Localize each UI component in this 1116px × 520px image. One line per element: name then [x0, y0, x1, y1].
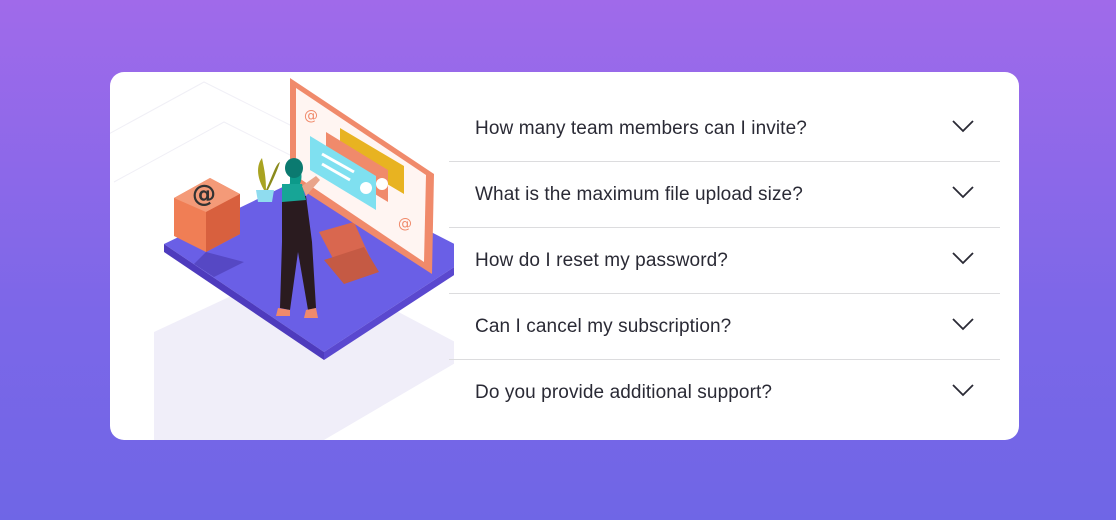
- faq-question: How do I reset my password?: [475, 249, 728, 271]
- chevron-down-icon[interactable]: [952, 185, 974, 199]
- faq-question: What is the maximum file upload size?: [475, 183, 803, 205]
- svg-text:@: @: [304, 108, 318, 124]
- faq-question: Can I cancel my subscription?: [475, 315, 732, 337]
- faq-item[interactable]: Do you provide additional support?: [449, 360, 1000, 426]
- faq-item[interactable]: How many team members can I invite?: [449, 96, 1000, 162]
- chevron-down-icon[interactable]: [952, 119, 974, 133]
- chevron-down-icon[interactable]: [952, 317, 974, 331]
- faq-item[interactable]: Can I cancel my subscription?: [449, 294, 1000, 360]
- faq-accordion: How many team members can I invite? What…: [449, 96, 1000, 426]
- svg-text:@: @: [398, 216, 412, 232]
- faq-question: How many team members can I invite?: [475, 117, 807, 139]
- faq-question: Do you provide additional support?: [475, 382, 773, 403]
- faq-item[interactable]: How do I reset my password?: [449, 228, 1000, 294]
- chevron-down-icon[interactable]: [952, 251, 974, 265]
- faq-card: @ @ @ How many team members can I invite…: [110, 72, 1019, 440]
- faq-item[interactable]: What is the maximum file upload size?: [449, 162, 1000, 228]
- chevron-down-icon[interactable]: [952, 383, 974, 397]
- woman-at-computer-illustration: @ @ @: [110, 78, 454, 440]
- svg-text:@: @: [192, 180, 216, 208]
